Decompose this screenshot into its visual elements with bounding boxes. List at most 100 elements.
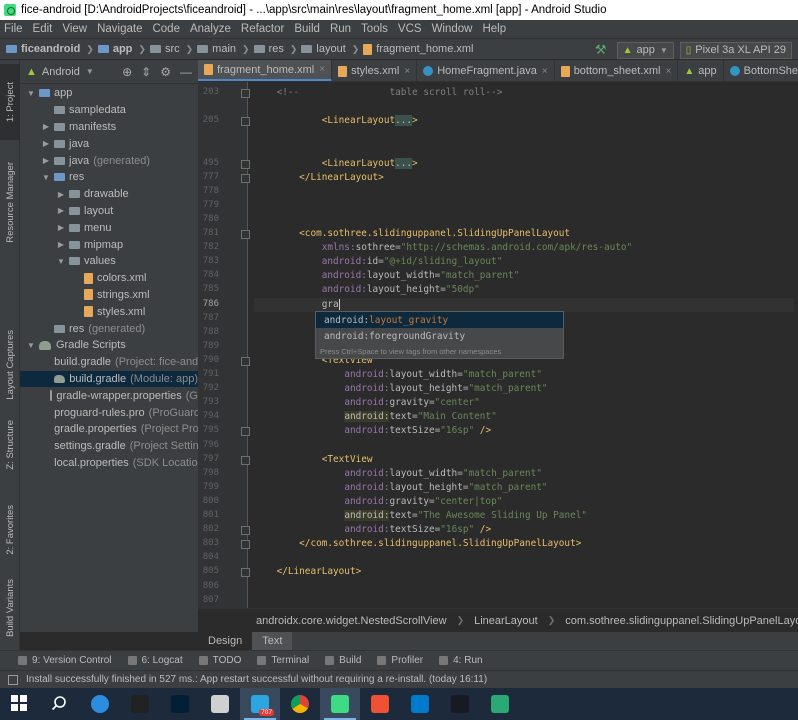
project-view-select[interactable]: Android [42, 66, 80, 78]
taskbar-paint[interactable] [200, 688, 240, 720]
tree-item[interactable]: ▶local.properties(SDK Location [20, 455, 198, 472]
tree-item[interactable]: ▶ menu [20, 219, 198, 236]
tree-item[interactable]: ▶ drawable [20, 186, 198, 203]
chevron-down-icon[interactable]: ▼ [56, 257, 66, 266]
menu-build[interactable]: Build [294, 23, 320, 35]
tree-item[interactable]: ▼ Gradle Scripts [20, 337, 198, 354]
taskbar-edge[interactable] [80, 688, 120, 720]
tree-item[interactable]: ▶ java (generated) [20, 152, 198, 169]
editor-tab[interactable]: bottom_sheet.xml × [555, 60, 679, 81]
chevron-right-icon[interactable]: ▶ [41, 139, 51, 148]
menu-help[interactable]: Help [482, 23, 506, 35]
xml-breadcrumb-item[interactable]: androidx.core.widget.NestedScrollView [256, 615, 447, 627]
tab-design[interactable]: Design [198, 632, 253, 650]
hammer-icon[interactable]: ⚒ [595, 42, 607, 58]
xml-breadcrumb-item[interactable]: com.sothree.slidinguppanel.SlidingUpPane… [565, 615, 798, 627]
tree-item[interactable]: ▶ java [20, 135, 198, 152]
completion-item[interactable]: android: foregroundGravity [316, 328, 563, 344]
editor-tab[interactable]: styles.xml × [332, 60, 418, 81]
status-toggle-icon[interactable] [8, 674, 18, 685]
editor-tab[interactable]: fragment_home.xml × [198, 60, 333, 81]
tab-resource-manager[interactable]: Resource Manager [0, 142, 20, 262]
fold-marker-icon[interactable] [241, 455, 250, 465]
taskbar-telegram[interactable]: 707 [240, 688, 280, 720]
breadcrumb-item[interactable]: layout ❯ [301, 43, 359, 55]
completion-item[interactable]: android: layout_gravity [316, 312, 563, 328]
close-icon[interactable]: × [666, 66, 672, 77]
breadcrumb-item[interactable]: res ❯ [253, 43, 297, 55]
tab-structure[interactable]: Z: Structure [0, 400, 20, 490]
taskbar-steam[interactable] [440, 688, 480, 720]
chevron-down-icon[interactable]: ▼ [26, 341, 36, 350]
editor-tab[interactable]: BottomSheet [724, 60, 798, 81]
tree-item[interactable]: ▶gradle-wrapper.properties(G [20, 387, 198, 404]
fold-marker-icon[interactable] [241, 526, 250, 536]
tab-text[interactable]: Text [252, 632, 293, 650]
fold-marker-icon[interactable] [241, 356, 250, 366]
fold-marker-icon[interactable] [241, 117, 250, 127]
tree-item[interactable]: ▶strings.xml [20, 287, 198, 304]
menu-run[interactable]: Run [330, 23, 351, 35]
collapse-all-icon[interactable]: ⇕ [141, 65, 151, 79]
tree-item[interactable]: ▼ res [20, 169, 198, 186]
menu-file[interactable]: File [4, 23, 23, 35]
menu-vcs[interactable]: VCS [398, 23, 422, 35]
menu-navigate[interactable]: Navigate [97, 23, 142, 35]
taskbar-inkscape[interactable] [120, 688, 160, 720]
fold-marker-icon[interactable] [241, 540, 250, 550]
xml-breadcrumb-item[interactable]: LinearLayout [474, 615, 538, 627]
taskbar-git-tool[interactable] [360, 688, 400, 720]
chevron-right-icon[interactable]: ▶ [56, 240, 66, 249]
tree-item[interactable]: ▼ app [20, 85, 198, 102]
gear-icon[interactable]: ⚙ [160, 65, 171, 79]
chevron-down-icon[interactable]: ▼ [26, 89, 36, 98]
run-config-select[interactable]: ▲ app ▼ [616, 41, 674, 59]
device-select[interactable]: ▯ Pixel 3a XL API 29 [679, 41, 792, 59]
taskbar-search[interactable] [40, 688, 80, 720]
editor-tab[interactable]: HomeFragment.java × [417, 60, 555, 81]
chevron-down-icon[interactable]: ▼ [41, 173, 51, 182]
tool-window-build[interactable]: Build [325, 655, 361, 666]
fold-marker-icon[interactable] [241, 230, 250, 239]
menu-refactor[interactable]: Refactor [241, 23, 284, 35]
tool-window-vcs[interactable]: 9: Version Control [18, 655, 112, 666]
menu-edit[interactable]: Edit [33, 23, 53, 35]
tab-favorites[interactable]: 2: Favorites [0, 490, 20, 570]
tree-item[interactable]: ▶res(generated) [20, 320, 198, 337]
close-icon[interactable]: × [404, 66, 410, 77]
close-icon[interactable]: × [319, 64, 325, 75]
taskbar-photoshop[interactable] [160, 688, 200, 720]
breadcrumb-item[interactable]: src ❯ [149, 43, 193, 55]
menu-view[interactable]: View [62, 23, 87, 35]
tree-item[interactable]: ▶settings.gradle(Project Setting [20, 438, 198, 455]
tree-item[interactable]: ▶proguard-rules.pro(ProGuard [20, 404, 198, 421]
breadcrumb-item[interactable]: app ❯ [97, 43, 146, 55]
chevron-right-icon[interactable]: ▶ [56, 190, 66, 199]
tree-item[interactable]: ▶build.gradle(Module: app) [20, 370, 198, 388]
tree-item[interactable]: ▶styles.xml [20, 303, 198, 320]
taskbar-todo-app[interactable] [480, 688, 520, 720]
tree-item[interactable]: ▼ values [20, 253, 198, 270]
chevron-right-icon[interactable]: ▶ [41, 122, 51, 131]
breadcrumb-item[interactable]: ficeandroid ❯ [6, 43, 94, 55]
fold-marker-icon[interactable] [241, 89, 250, 98]
tree-item[interactable]: ▶build.gradle(Project: fice-and [20, 354, 198, 371]
tool-window-run[interactable]: 4: Run [439, 655, 483, 666]
fold-marker-icon[interactable] [241, 173, 250, 183]
tool-window-terminal[interactable]: Terminal [257, 655, 309, 666]
chevron-down-icon[interactable]: ▼ [86, 67, 94, 76]
tab-project[interactable]: 1: Project [0, 64, 20, 140]
tab-build-variants[interactable]: Build Variants [0, 570, 20, 646]
breadcrumb-item[interactable]: main ❯ [197, 43, 250, 55]
tree-item[interactable]: ▶ layout [20, 203, 198, 220]
tree-item[interactable]: ▶sampledata [20, 102, 198, 119]
taskbar-windows-start[interactable] [0, 688, 40, 720]
menu-tools[interactable]: Tools [361, 23, 388, 35]
tool-window-todo[interactable]: TODO [198, 655, 241, 666]
chevron-right-icon[interactable]: ▶ [41, 156, 51, 165]
locate-icon[interactable]: ⊕ [122, 65, 132, 79]
menu-code[interactable]: Code [152, 23, 180, 35]
chevron-right-icon[interactable]: ▶ [56, 206, 66, 215]
menu-window[interactable]: Window [432, 23, 473, 35]
menu-analyze[interactable]: Analyze [190, 23, 231, 35]
